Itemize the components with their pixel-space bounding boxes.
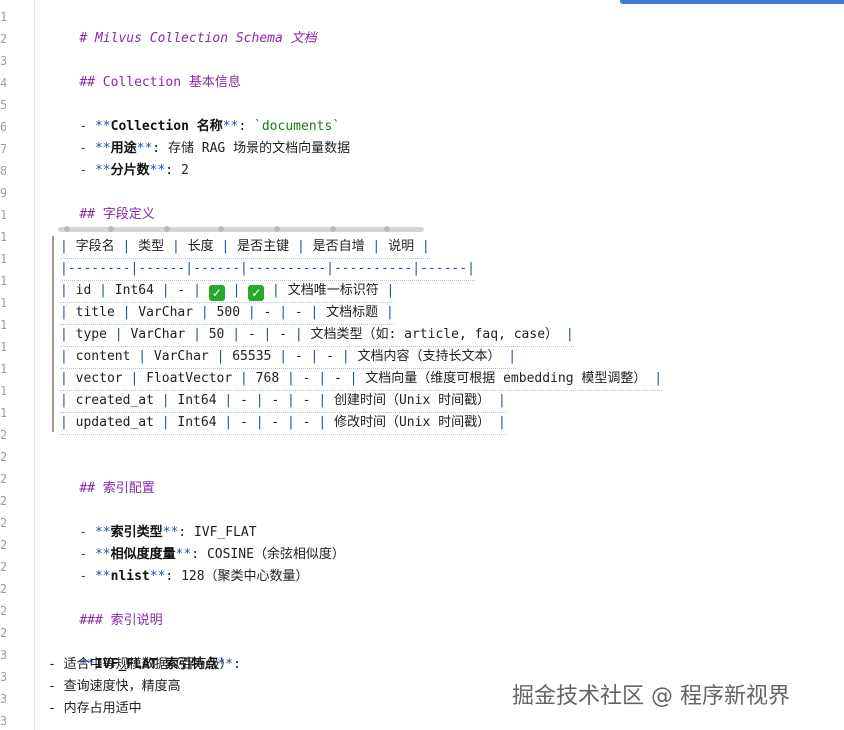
line-number: 6 xyxy=(0,120,6,134)
section-heading-basic: ## Collection 基本信息 xyxy=(79,75,241,90)
list-item-purpose: - **用途**: 存储 RAG 场景的文档向量数据 xyxy=(79,141,351,156)
line-number-gutter: 1234567891011121314151617181920212223242… xyxy=(0,0,34,730)
line-number: 21 xyxy=(0,450,6,464)
table-separator-row: |--------|------|------|----------|-----… xyxy=(60,258,475,281)
table-header-row: | 字段名 | 类型 | 长度 | 是否主键 | 是否自增 | 说明 | xyxy=(60,236,430,259)
line-number: 20 xyxy=(0,428,6,442)
title-hash: # xyxy=(79,31,88,46)
line-number: 32 xyxy=(0,692,6,706)
line-number: 23 xyxy=(0,494,6,508)
feature-item-2: - 查询速度快，精度高 xyxy=(48,679,181,694)
line-number: 31 xyxy=(0,670,6,684)
list-item-metric: - **相似度度量**: COSINE（余弦相似度） xyxy=(79,547,345,562)
table-row: | updated_at | Int64 | - | - | - | 修改时间（… xyxy=(60,412,506,435)
section-title-fields: 字段定义 xyxy=(102,207,155,222)
line-number: 11 xyxy=(0,230,6,244)
line-number: 26 xyxy=(0,560,6,574)
table-row: | id | Int64 | - | ✓ | ✓ | 文档唯一标识符 | xyxy=(60,280,395,303)
table-row: | content | VarChar | 65535 | - | - | 文档… xyxy=(60,346,517,369)
line-number: 4 xyxy=(0,76,6,90)
section-title-index: 索引配置 xyxy=(102,481,155,496)
table-row: | title | VarChar | 500 | - | - | 文档标题 | xyxy=(60,302,394,325)
feature-item-1: - 适合中等规模数据（百万级） xyxy=(48,657,233,672)
section-heading-fields: ## 字段定义 xyxy=(79,207,155,222)
line-number: 33 xyxy=(0,714,6,728)
line-number: 8 xyxy=(0,164,6,178)
list-item-nlist: - **nlist**: 128（聚类中心数量） xyxy=(79,569,309,584)
line-number: 10 xyxy=(0,208,6,222)
line-number: 9 xyxy=(0,186,6,200)
line-number: 25 xyxy=(0,538,6,552)
line-number: 12 xyxy=(0,252,6,266)
section-title-index-notes: 索引说明 xyxy=(110,613,163,628)
list-item-index-type: - **索引类型**: IVF_FLAT xyxy=(79,525,257,540)
line-number: 7 xyxy=(0,142,6,156)
line-number: 16 xyxy=(0,340,6,354)
line-number: 5 xyxy=(0,98,6,112)
line-number: 27 xyxy=(0,582,6,596)
line-number: 2 xyxy=(0,32,6,46)
gutter-divider xyxy=(34,0,35,730)
list-item-shards: - **分片数**: 2 xyxy=(79,163,189,178)
line-number: 19 xyxy=(0,406,6,420)
doc-title-line: # Milvus Collection Schema 文档 xyxy=(48,6,316,46)
line-number: 30 xyxy=(0,648,6,662)
scroll-indicator xyxy=(620,0,844,4)
line-number: 15 xyxy=(0,318,6,332)
list-item-name: - **Collection 名称**: `documents` xyxy=(79,119,341,134)
feature-heading-line: **IVF_FLAT 索引特点**: xyxy=(79,657,241,672)
line-number: 29 xyxy=(0,626,6,640)
line-number: 18 xyxy=(0,384,6,398)
doc-title: Milvus Collection Schema 文档 xyxy=(94,31,317,46)
table-row: | type | VarChar | 50 | - | - | 文档类型（如: … xyxy=(60,324,574,347)
section-heading-index: ## 索引配置 xyxy=(79,481,155,496)
check-icon: ✓ xyxy=(248,285,265,301)
line-number: 24 xyxy=(0,516,6,530)
section-heading-index-notes: ### 索引说明 xyxy=(79,613,163,628)
watermark: 掘金技术社区 @ 程序新视界 xyxy=(512,684,790,709)
check-icon: ✓ xyxy=(208,285,225,301)
line-number: 17 xyxy=(0,362,6,376)
feature-item-3: - 内存占用适中 xyxy=(48,701,142,716)
line-number: 14 xyxy=(0,296,6,310)
table-toolbar-handle[interactable] xyxy=(58,226,424,232)
line-number: 28 xyxy=(0,604,6,618)
line-number: 13 xyxy=(0,274,6,288)
section-title-basic: Collection 基本信息 xyxy=(102,75,241,90)
line-number: 1 xyxy=(0,10,6,24)
line-number: 3 xyxy=(0,54,6,68)
table-left-border xyxy=(52,236,54,432)
table-row: | created_at | Int64 | - | - | - | 创建时间（… xyxy=(60,390,506,413)
line-number: 22 xyxy=(0,472,6,486)
table-row: | vector | FloatVector | 768 | - | - | 文… xyxy=(60,368,663,391)
